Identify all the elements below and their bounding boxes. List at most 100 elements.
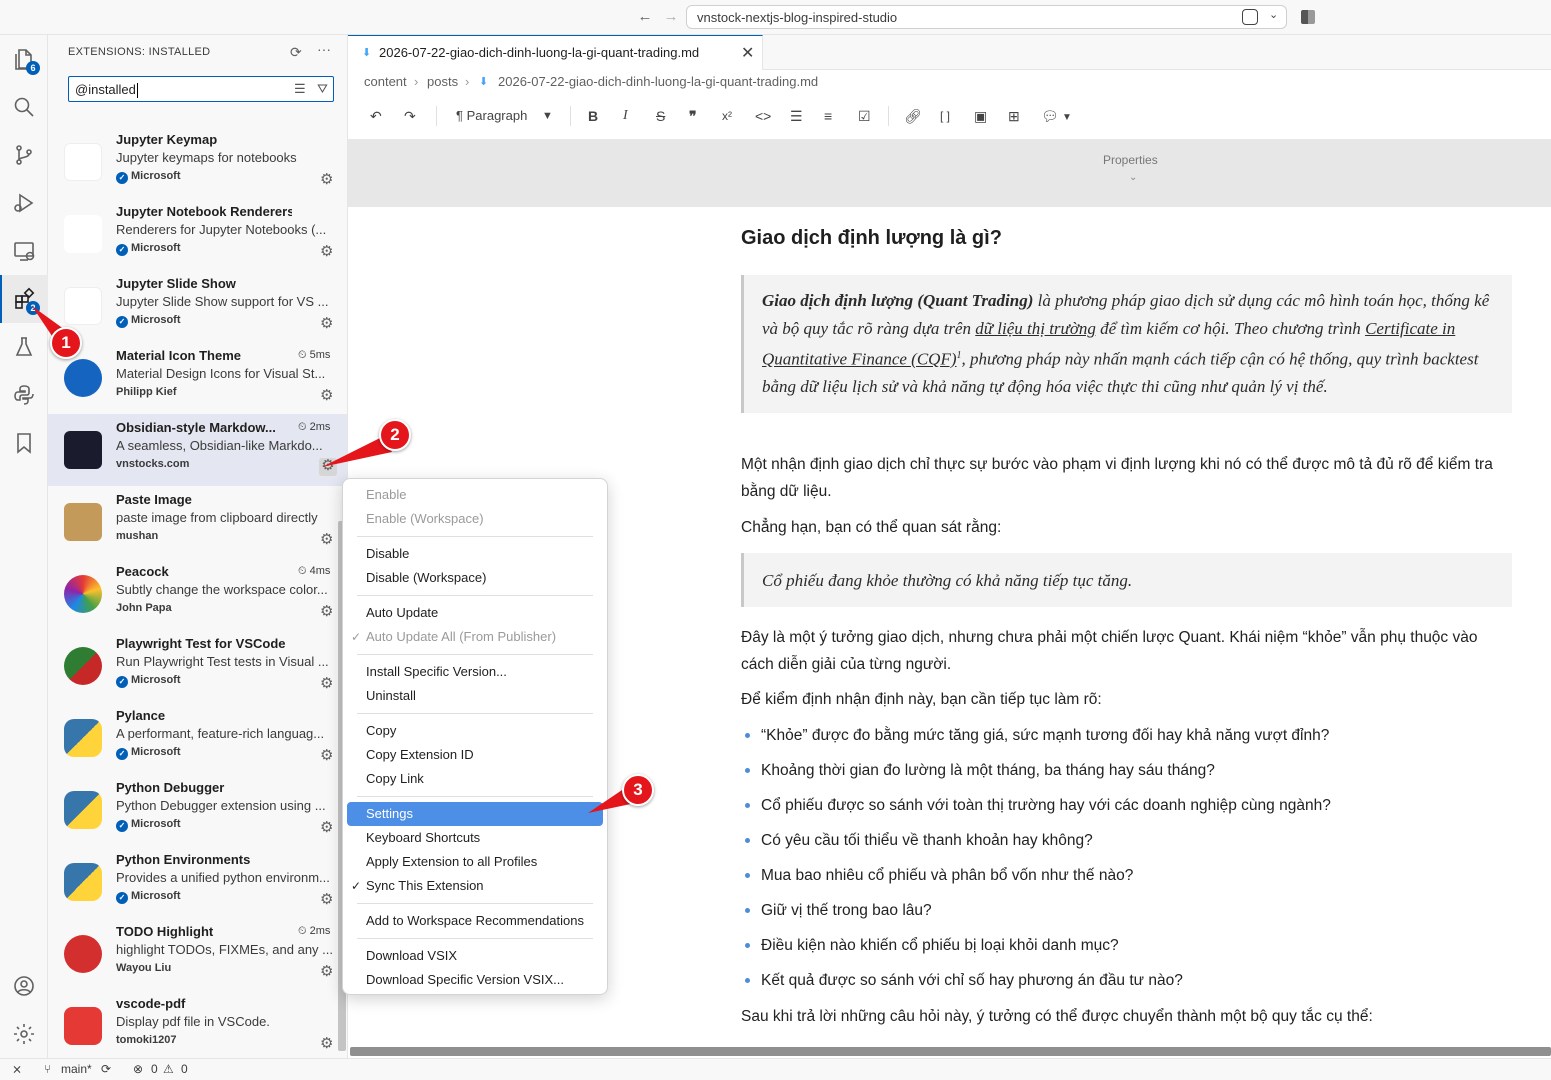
search-icon[interactable]	[0, 83, 48, 131]
explorer-icon[interactable]: 6	[0, 35, 48, 83]
extension-publisher[interactable]: ✓ Microsoft	[116, 242, 181, 256]
menu-item[interactable]: Install Specific Version...	[347, 660, 603, 684]
redo-icon[interactable]: ↷	[404, 107, 416, 125]
python-icon[interactable]	[0, 371, 48, 419]
strikethrough-icon[interactable]: S	[656, 107, 665, 125]
extension-publisher[interactable]: ✓ Microsoft	[116, 674, 181, 688]
warning-count[interactable]: 0	[181, 1062, 188, 1076]
extension-item[interactable]: Peacock ⏲ 4ms Subtly change the workspace …	[48, 558, 347, 630]
quote-icon[interactable]: ❞	[689, 107, 697, 125]
manage-gear-icon[interactable]: ⚙	[320, 748, 333, 763]
extension-item[interactable]: Jupyter Notebook Renderers Renderers for …	[48, 198, 347, 270]
extension-item[interactable]: vscode-pdf Display pdf file in VSCode. tom…	[48, 990, 347, 1058]
menu-item[interactable]: Copy Link	[347, 767, 603, 791]
editor-tab[interactable]: ⬇ 2026-07-22-giao-dich-dinh-luong-la-gi-…	[348, 35, 763, 70]
manage-gear-icon[interactable]: ⚙	[320, 316, 333, 331]
remote-explorer-icon[interactable]	[0, 227, 48, 275]
extension-item[interactable]: Paste Image paste image from clipboard di…	[48, 486, 347, 558]
command-center[interactable]: vnstock-nextjs-blog-inspired-studio ⌄	[686, 5, 1287, 29]
menu-item[interactable]: Keyboard Shortcuts	[347, 826, 603, 850]
extension-item[interactable]: Material Icon Theme ⏲ 5ms Material Design …	[48, 342, 347, 414]
menu-item[interactable]: Disable	[347, 542, 603, 566]
image-icon[interactable]: ▣	[974, 107, 987, 125]
manage-gear-icon[interactable]: ⚙	[320, 676, 333, 691]
italic-icon[interactable]: I	[623, 107, 628, 125]
menu-item[interactable]: Add to Workspace Recommendations	[347, 909, 603, 933]
more-actions-icon[interactable]: ···	[317, 41, 331, 57]
bold-icon[interactable]: B	[588, 107, 598, 125]
menu-item[interactable]: Disable (Workspace)	[347, 566, 603, 590]
quote-link[interactable]: dữ liệu thị trường	[975, 319, 1096, 338]
wikilink-icon[interactable]: [ ]	[940, 107, 950, 125]
remote-indicator-icon[interactable]: ⨯	[12, 1062, 22, 1076]
manage-gear-icon[interactable]: ⚙	[320, 388, 333, 403]
extension-publisher[interactable]: ✓ Microsoft	[116, 170, 181, 184]
source-control-icon[interactable]	[0, 131, 48, 179]
menu-item[interactable]: Download Specific Version VSIX...	[347, 968, 603, 992]
menu-item[interactable]: Uninstall	[347, 684, 603, 708]
clear-filter-icon[interactable]: ☰	[294, 81, 306, 97]
manage-gear-icon[interactable]	[0, 1010, 48, 1058]
manage-gear-icon[interactable]: ⚙	[320, 892, 333, 907]
bullet-list-icon[interactable]: ☰	[790, 107, 803, 125]
comment-icon[interactable]: 💬︎	[1041, 107, 1059, 125]
manage-gear-icon[interactable]: ⚙	[320, 532, 333, 547]
extension-publisher[interactable]: mushan	[116, 530, 158, 542]
error-count[interactable]: 0	[151, 1062, 158, 1076]
manage-gear-icon[interactable]: ⚙	[320, 964, 333, 979]
arrow-left-icon[interactable]: ←	[636, 8, 654, 26]
filter-icon[interactable]: ⛛	[317, 81, 328, 97]
extension-publisher[interactable]: vnstocks.com	[116, 458, 189, 470]
table-icon[interactable]: ⊞	[1008, 107, 1020, 125]
copilot-icon[interactable]	[1242, 9, 1258, 25]
chevron-down-icon[interactable]: ⌄	[1269, 8, 1278, 21]
extension-item[interactable]: Playwright Test for VSCode Run Playwright…	[48, 630, 347, 702]
breadcrumb-item[interactable]: content	[364, 74, 407, 89]
extension-publisher[interactable]: Philipp Kief	[116, 386, 177, 398]
extension-item[interactable]: Python Debugger Python Debugger extension…	[48, 774, 347, 846]
horizontal-scrollbar[interactable]	[350, 1047, 1551, 1056]
undo-icon[interactable]: ↶	[370, 107, 382, 125]
extension-publisher[interactable]: ✓ Microsoft	[116, 314, 181, 328]
bookmark-icon[interactable]	[0, 419, 48, 467]
extension-item[interactable]: TODO Highlight ⏲ 2ms highlight TODOs, FIXM…	[48, 918, 347, 990]
extension-item[interactable]: Jupyter Keymap Jupyter keymaps for notebo…	[48, 126, 347, 198]
testing-icon[interactable]	[0, 323, 48, 371]
menu-item[interactable]: Settings	[347, 802, 603, 826]
extension-publisher[interactable]: ✓ Microsoft	[116, 746, 181, 760]
extension-item[interactable]: Obsidian-style Markdow... ⏲ 2ms A seamless…	[48, 414, 347, 486]
extension-item[interactable]: Jupyter Slide Show Jupyter Slide Show sup…	[48, 270, 347, 342]
manage-gear-icon[interactable]: ⚙	[319, 458, 337, 476]
extension-publisher[interactable]: ✓ Microsoft	[116, 818, 181, 832]
run-debug-icon[interactable]	[0, 179, 48, 227]
layout-toggle-icon[interactable]	[1301, 10, 1315, 24]
document-content[interactable]: Giao dịch định lượng là gì? Giao dịch đị…	[741, 207, 1512, 1047]
properties-panel[interactable]: Properties ⌄	[348, 140, 1551, 207]
sync-icon[interactable]: ⟳	[101, 1062, 111, 1076]
branch-name[interactable]: main*	[61, 1062, 92, 1076]
chevron-down-icon[interactable]: ▼	[542, 107, 553, 125]
numbered-list-icon[interactable]: ≡	[824, 107, 832, 125]
extension-publisher[interactable]: tomoki1207	[116, 1034, 177, 1046]
manage-gear-icon[interactable]: ⚙	[320, 820, 333, 835]
breadcrumb-item[interactable]: posts	[427, 74, 458, 89]
code-icon[interactable]: <>	[755, 107, 771, 125]
menu-item[interactable]: Apply Extension to all Profiles	[347, 850, 603, 874]
manage-gear-icon[interactable]: ⚙	[320, 172, 333, 187]
manage-gear-icon[interactable]: ⚙	[320, 1036, 333, 1051]
manage-gear-icon[interactable]: ⚙	[320, 604, 333, 619]
superscript-icon[interactable]: x²	[722, 107, 732, 125]
extensions-icon[interactable]: 2	[0, 275, 48, 323]
extension-publisher[interactable]: John Papa	[116, 602, 172, 614]
task-list-icon[interactable]: ☑	[858, 107, 871, 125]
extension-item[interactable]: Python Environments Provides a unified py…	[48, 846, 347, 918]
chevron-down-icon[interactable]: ▼	[1062, 109, 1072, 127]
refresh-icon[interactable]: ⟳	[290, 44, 302, 61]
extensions-search-input[interactable]: @installed ☰ ⛛	[68, 76, 334, 102]
extension-item[interactable]: Pylance A performant, feature-rich langua…	[48, 702, 347, 774]
menu-item[interactable]: ✓ Sync This Extension	[347, 874, 603, 898]
breadcrumb-item[interactable]: 2026-07-22-giao-dich-dinh-luong-la-gi-qu…	[498, 74, 818, 89]
menu-item[interactable]: Copy Extension ID	[347, 743, 603, 767]
menu-item[interactable]: Download VSIX	[347, 944, 603, 968]
menu-item[interactable]: Copy	[347, 719, 603, 743]
